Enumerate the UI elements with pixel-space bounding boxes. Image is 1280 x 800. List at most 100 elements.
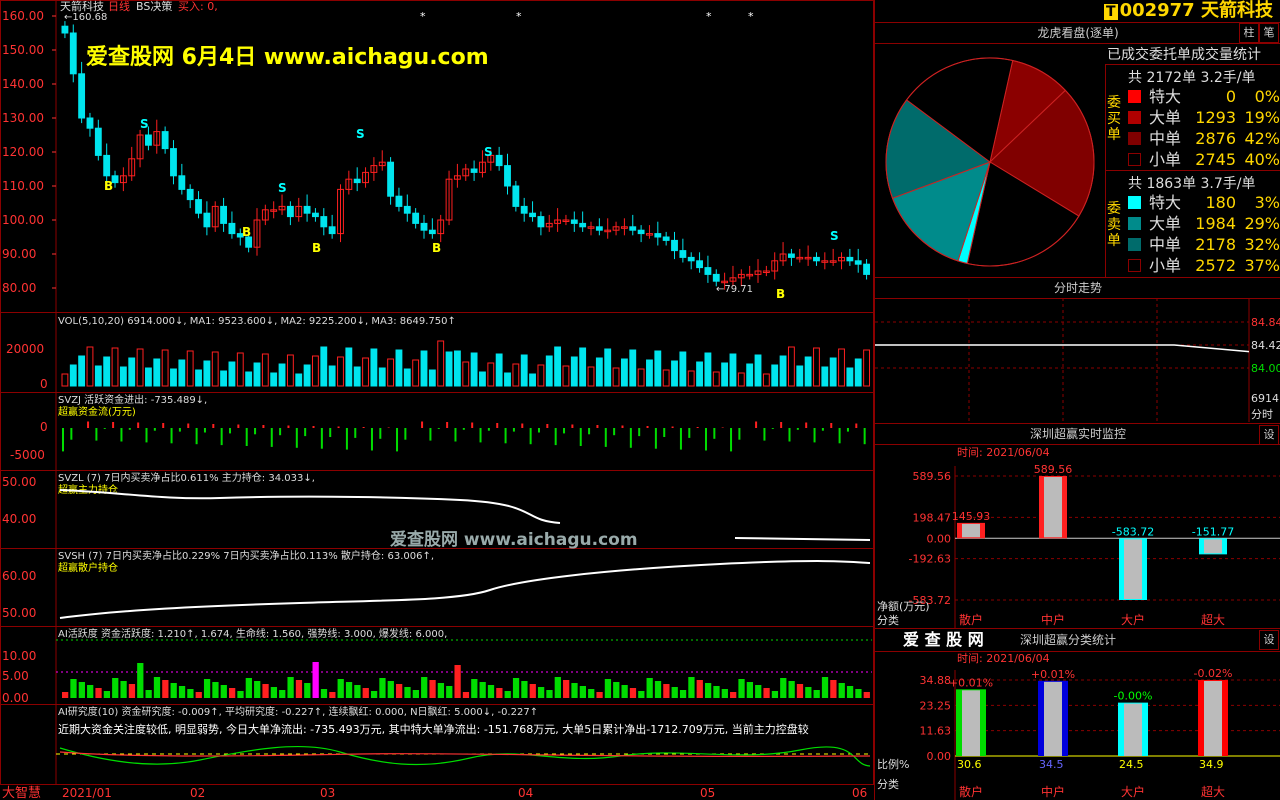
volume-bar [312, 355, 319, 387]
kline-chart[interactable]: 160.00 150.00 140.00 130.00 120.00 110.00 100.… [0, 0, 874, 800]
volume-bar [353, 366, 361, 387]
fund-flow-bar [679, 428, 682, 450]
order-size-label: 中单 [1149, 129, 1182, 148]
activity-bar [220, 685, 227, 698]
volume-bar [370, 348, 378, 387]
net-bar-value: -583.72 [1112, 525, 1154, 538]
candle-body [320, 216, 328, 228]
kline-main-area[interactable]: 160.00 150.00 140.00 130.00 120.00 110.00 100.… [0, 0, 874, 800]
date-axis-label: 02 [190, 786, 205, 800]
vol-title: VOL(5,10,20) 6914.000↓, MA1: 9523.600↓, … [58, 316, 456, 327]
activity-bar [604, 679, 612, 698]
activity-bars [62, 662, 870, 698]
order-row: 特大 0 0% [1128, 87, 1280, 107]
activity-bar [721, 689, 728, 698]
order-percent: 32% [1244, 235, 1280, 254]
order-percent: 3% [1254, 193, 1280, 212]
volume-bar [228, 361, 236, 387]
timeshare-volume-label: 6914 [1251, 392, 1279, 405]
net-bar-inner [962, 523, 980, 538]
volume-bar [320, 346, 328, 387]
fund-flow-bar [237, 424, 240, 428]
volume-bar [545, 355, 553, 387]
date-axis-label: 04 [518, 786, 533, 800]
volume-bar [696, 361, 703, 387]
stock-header: T 002977 天箭科技 [875, 0, 1280, 23]
tick-toggle-button[interactable]: 笔 [1259, 23, 1279, 43]
category-name: 中户 [1041, 784, 1065, 799]
ratio-axis-label: 34.88 [920, 674, 952, 687]
fund-flow-bar [304, 428, 307, 437]
fund-flow-bar [329, 428, 332, 437]
candle-body [353, 178, 361, 184]
category-stats-title: 爱 查 股 网 深圳超赢分类统计 [875, 628, 1280, 652]
activity-bar [162, 680, 169, 698]
svsh-axis-label: 60.00 [2, 569, 36, 583]
category-name: 散户 [959, 612, 983, 627]
volume-bar [495, 353, 503, 387]
volume-bar [646, 359, 653, 387]
settings-button[interactable]: 设 [1259, 425, 1279, 445]
timeshare-axis-label: 84.00 [1251, 362, 1280, 375]
svzl-axis-label: 50.00 [2, 475, 36, 489]
activity-bar [421, 677, 428, 698]
color-swatch [1128, 153, 1141, 166]
activity-bar [270, 687, 278, 698]
volume-bar [387, 358, 395, 387]
settings-button-2[interactable]: 设 [1259, 630, 1279, 650]
date-axis-label: 05 [700, 786, 715, 800]
ratio-change-label: -0.02% [1194, 667, 1233, 680]
category-name: 大户 [1121, 784, 1145, 799]
fund-flow-bar [671, 426, 674, 428]
date-axis-label: 03 [320, 786, 335, 800]
timeshare-chart: 84.84 84.42 84.00 6914 分时 [875, 298, 1280, 422]
fund-flow-bar [738, 428, 741, 440]
candle-body [403, 205, 411, 214]
vol-axis-label: 0 [40, 377, 48, 391]
order-count: 1984 [1195, 214, 1236, 233]
vol-axis-label: 20000 [6, 342, 44, 356]
candle-body [787, 253, 795, 258]
activity-bar [529, 684, 536, 698]
candle-body [303, 205, 311, 214]
candle-body [629, 226, 637, 231]
candle-body [813, 256, 820, 262]
candle-body [312, 212, 319, 218]
svzj-title: SVZJ 活跃资金进出: -735.489↓, [58, 393, 207, 406]
ratio-bar-inner [1204, 680, 1222, 756]
activity-bar [446, 686, 453, 698]
net-axis-label: -192.63 [909, 553, 951, 566]
fund-flow-bar [688, 428, 691, 438]
order-percent: 42% [1244, 129, 1280, 148]
date-axis-label: 06 [852, 786, 867, 800]
volume-bar [145, 367, 152, 387]
fund-flow-bar [312, 426, 315, 428]
volume-bar [562, 365, 570, 387]
order-percent: 29% [1244, 214, 1280, 233]
candle-body [495, 154, 503, 167]
fund-flow-bar [788, 428, 791, 442]
price-axis-label: 140.00 [2, 77, 44, 91]
star-marker: * [420, 10, 426, 23]
timeshare-price-line [875, 344, 1250, 353]
activity-bar [746, 682, 754, 698]
monitor-time-label: 时间: 2021/06/04 [957, 446, 1050, 459]
color-swatch [1128, 238, 1141, 251]
activity-bar [512, 678, 520, 698]
fund-flow-bar [279, 428, 282, 436]
activity-bar [805, 687, 812, 698]
bar-toggle-button[interactable]: 柱 [1239, 23, 1259, 43]
sell-signal: S [484, 145, 493, 159]
candle-body [170, 148, 177, 177]
fund-flow-bar [479, 428, 482, 443]
volume-bar [111, 347, 119, 387]
star-marker: * [706, 10, 712, 23]
main-position-line [59, 489, 561, 524]
net-bar [1039, 476, 1067, 539]
fund-flow-bar [87, 421, 90, 428]
buy-signal: B [242, 225, 251, 239]
activity-bar [396, 684, 403, 698]
volume-bar [328, 365, 336, 387]
ratio-axis-label: 0.00 [927, 750, 952, 763]
star-marker: * [748, 10, 754, 23]
